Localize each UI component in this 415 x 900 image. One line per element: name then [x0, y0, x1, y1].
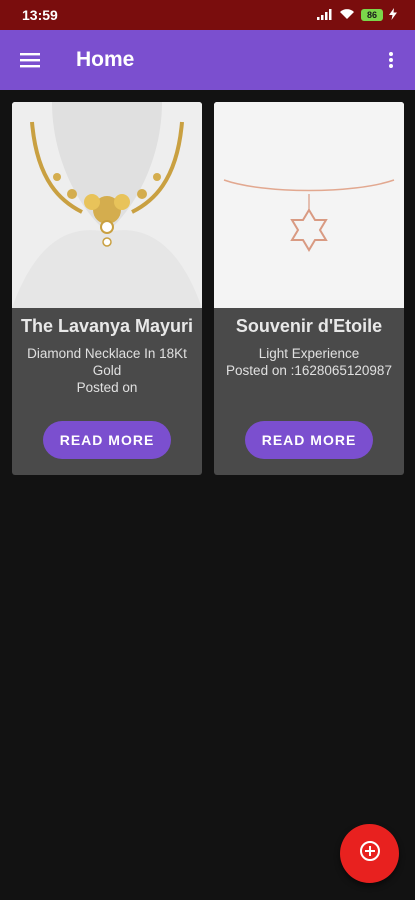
signal-icon — [317, 7, 333, 23]
product-card[interactable]: Souvenir d'Etoile Light Experience Poste… — [214, 102, 404, 475]
more-vertical-icon[interactable] — [379, 48, 403, 72]
product-card[interactable]: The Lavanya Mayuri Diamond Necklace In 1… — [12, 102, 202, 475]
card-posted-on: Posted on — [76, 380, 138, 395]
necklace-image[interactable] — [12, 102, 202, 308]
read-more-button[interactable]: READ MORE — [43, 421, 171, 459]
status-time: 13:59 — [22, 7, 58, 23]
add-button[interactable] — [340, 824, 399, 883]
status-bar: 13:59 86 — [0, 0, 415, 30]
hamburger-menu-icon[interactable] — [18, 48, 42, 72]
battery-icon: 86 — [361, 9, 383, 21]
add-circle-icon — [359, 840, 381, 867]
card-description: Light Experience — [258, 346, 360, 361]
pendant-image[interactable] — [214, 102, 404, 308]
status-icons: 86 — [317, 7, 397, 23]
app-bar: Home — [0, 30, 415, 90]
charging-icon — [389, 7, 397, 23]
card-description: Diamond Necklace In 18Kt Gold — [27, 346, 187, 378]
card-posted-on: Posted on :1628065120987 — [226, 363, 392, 378]
card-title: Souvenir d'Etoile — [235, 316, 383, 336]
page-title: Home — [76, 48, 135, 71]
card-title: The Lavanya Mayuri — [20, 316, 194, 336]
read-more-button[interactable]: READ MORE — [245, 421, 373, 459]
wifi-icon — [339, 7, 355, 23]
